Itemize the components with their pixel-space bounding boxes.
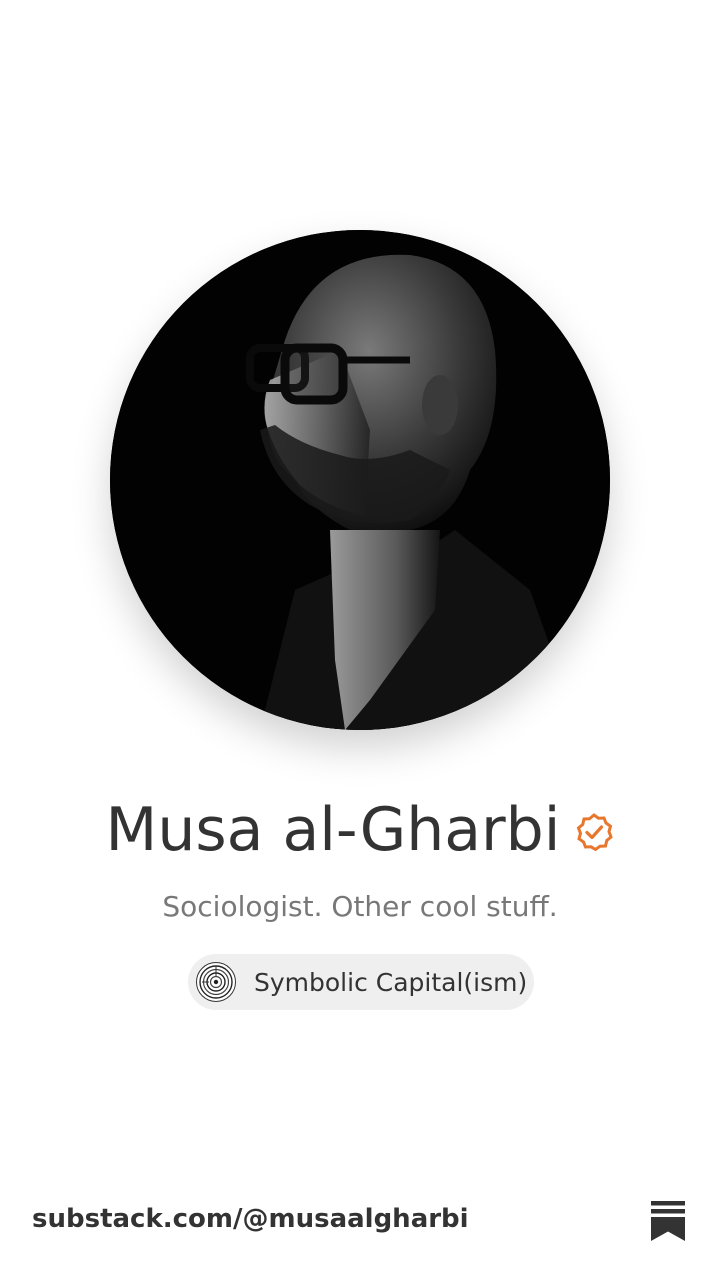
publication-chip[interactable]: Symbolic Capital(ism) <box>188 954 534 1010</box>
verified-badge-icon <box>574 812 614 852</box>
avatar-portrait-image <box>110 230 610 730</box>
profile-name: Musa al-Gharbi <box>105 795 561 865</box>
publication-logo-icon <box>196 962 236 1002</box>
profile-card: Musa al-Gharbi Sociologist. Other cool s… <box>0 0 720 1280</box>
substack-bookmark-icon <box>651 1201 685 1241</box>
publication-name: Symbolic Capital(ism) <box>254 967 528 997</box>
profile-bio: Sociologist. Other cool stuff. <box>162 890 558 923</box>
profile-url[interactable]: substack.com/@musaalgharbi <box>32 1204 469 1234</box>
avatar[interactable] <box>110 230 610 730</box>
name-row: Musa al-Gharbi <box>0 790 720 870</box>
